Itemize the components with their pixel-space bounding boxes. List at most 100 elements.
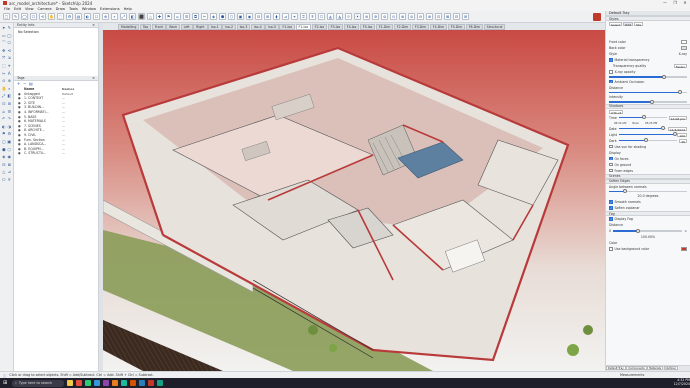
display-fog-checkbox[interactable]: ✓ [609,217,613,221]
menu-file[interactable]: File [4,7,10,11]
close-icon[interactable]: × [92,76,95,80]
on-ground-checkbox[interactable] [609,162,613,167]
star-icon[interactable]: ⍟ [309,13,316,20]
tool-icon[interactable]: ⌂ [2,109,7,115]
taskbar-app-icon[interactable] [157,380,163,386]
minus-square-icon[interactable]: ⊟ [453,13,460,20]
hex-icon[interactable]: ⬢ [219,13,226,20]
pan-icon[interactable]: ✋ [48,13,55,20]
circle-icon[interactable]: ◯ [21,13,28,20]
taskbar-app-icon[interactable] [112,380,118,386]
back-color-swatch[interactable] [681,46,687,50]
styles-tab-edit[interactable]: Edit [623,22,634,27]
circled-equal-icon[interactable]: ⊜ [381,13,388,20]
plus-square-icon[interactable]: ⊞ [462,13,469,20]
add-tag-icon[interactable]: + [17,82,21,86]
tool-icon[interactable]: ◈ [2,154,7,160]
menu-extensions[interactable]: Extensions [100,7,120,11]
circled-asterisk-icon[interactable]: ⊛ [363,13,370,20]
on-faces-checkbox[interactable]: ✓ [609,156,613,161]
angle-icon[interactable]: ⊿ [282,13,289,20]
time-slider[interactable] [618,115,667,120]
tool-icon[interactable]: A [7,71,12,77]
extents-icon[interactable]: ⤢ [120,13,127,20]
tool-icon[interactable]: ▭ [2,33,7,39]
tool-icon[interactable]: ⌕ [7,86,12,92]
tray-tab-materials[interactable]: Materials [647,366,664,370]
style-value[interactable]: X-ray [679,52,687,56]
rotate-icon[interactable]: ⟲ [39,13,46,20]
x-ray-checkbox[interactable] [609,70,613,74]
tool-icon[interactable]: ✎ [7,25,12,31]
light-field[interactable]: 100 [677,132,687,138]
cut-icon[interactable]: ✂ [201,13,208,20]
system-clock[interactable]: 4:32 PM 12/7/2024 [668,378,690,387]
transparency-quality-select[interactable]: Faster [673,64,687,69]
menu-help[interactable]: Help [124,7,132,11]
delete-tag-icon[interactable]: − [23,82,27,86]
tool-icon[interactable]: ⬚ [2,63,7,69]
taskbar-app-icon[interactable] [130,380,136,386]
info-icon[interactable]: ⓘ [3,373,6,378]
menu-camera[interactable]: Camera [38,7,52,11]
triangle-icon[interactable]: △ [147,13,154,20]
taskbar-app-icon[interactable] [139,380,145,386]
tool-icon[interactable]: ⬢ [2,147,7,153]
tool-icon[interactable]: ⚙ [7,131,12,137]
circled-x-icon[interactable]: ⊗ [399,13,406,20]
tool-icon[interactable]: ➤ [2,25,7,31]
tool-icon[interactable]: ⚑ [2,131,7,137]
layers-icon[interactable]: ▤ [75,13,82,20]
styles-tab-select[interactable]: Select [609,22,623,27]
tool-icon[interactable]: ⟲ [7,48,12,54]
ao-distance-slider[interactable] [609,90,687,94]
ring-icon[interactable]: ⊚ [372,13,379,20]
tool-icon[interactable]: ✂ [2,71,7,77]
front-color-swatch[interactable] [681,40,687,44]
taskbar-app-icon[interactable] [67,380,73,386]
tool-icon[interactable]: △ [2,169,7,175]
tool-icon[interactable]: ⌒ [2,40,7,46]
settings-icon[interactable]: ⚙ [66,13,73,20]
wedge-icon[interactable]: ◭ [327,13,334,20]
menu-view[interactable]: View [25,7,34,11]
tool-icon[interactable]: ☰ [7,109,12,115]
tool-icon[interactable]: ⌖ [7,63,12,69]
tool-icon[interactable]: ⬡ [7,147,12,153]
dot-icon[interactable]: ⦿ [354,13,361,20]
material-transparency-checkbox[interactable]: ✓ [609,58,613,62]
light-slider[interactable] [618,132,677,137]
tool-icon[interactable]: ⊿ [7,169,12,175]
date-field[interactable]: 12/4/2024 [667,126,687,132]
x-square-icon[interactable]: ⊠ [444,13,451,20]
solid-icon[interactable]: ⬛ [138,13,145,20]
model-view[interactable] [103,30,605,371]
tool-icon[interactable]: ⎔ [2,177,7,183]
start-icon[interactable]: ⊞ [3,380,9,386]
tool-icon[interactable]: ⊠ [7,162,12,168]
taskbar-app-icon[interactable] [148,380,154,386]
taskbar-app-icon[interactable] [103,380,109,386]
tool-icon[interactable]: ⍟ [7,177,12,183]
tool-icon[interactable]: ◉ [7,154,12,160]
polygon-icon[interactable]: ⬠ [30,13,37,20]
tool-icon[interactable]: ◐ [2,124,7,130]
dot-circle-icon[interactable]: ⊙ [390,13,397,20]
smooth-normals-checkbox[interactable]: ✓ [609,200,613,204]
folder-icon[interactable]: ▤ [29,82,33,86]
tape-icon[interactable]: ⟐ [345,13,352,20]
home-icon[interactable]: ⌂ [174,13,181,20]
tool-icon[interactable]: ↶ [2,116,7,122]
zoom-icon[interactable]: ⌕ [111,13,118,20]
plus-icon[interactable]: ⊞ [264,13,271,20]
wedge2-icon[interactable]: ◮ [336,13,343,20]
time-field[interactable]: 12:08 pm [668,115,687,121]
utc-select[interactable]: UTC+5 [609,109,624,115]
gem-icon[interactable]: ⧫ [273,13,280,20]
soften-coplanar-checkbox[interactable]: ✓ [609,206,613,210]
date-slider[interactable] [618,126,666,131]
tool-icon[interactable]: ⊡ [2,101,7,107]
fog-color-swatch[interactable] [681,247,687,251]
pencil-icon[interactable]: ✎ [12,13,19,20]
dark-field[interactable]: 45 [679,138,687,144]
